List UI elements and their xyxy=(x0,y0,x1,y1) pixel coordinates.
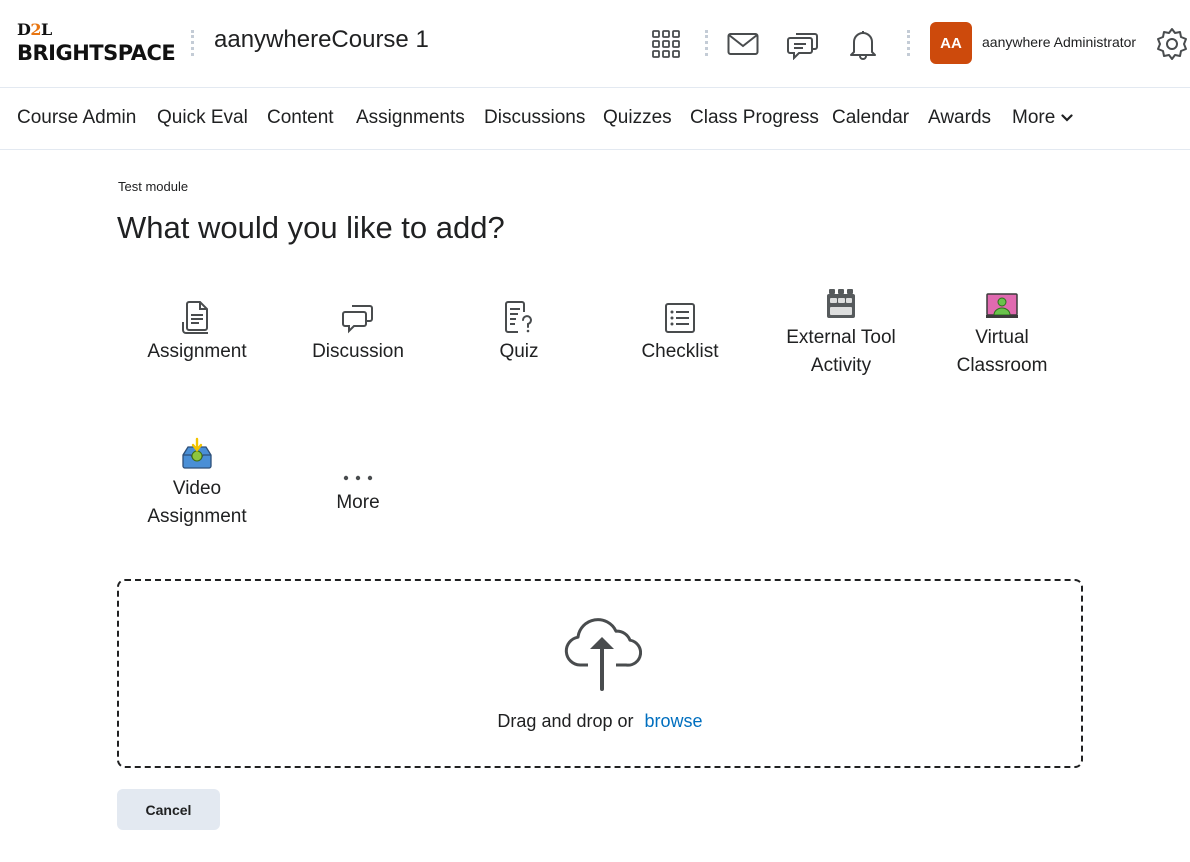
nav-more-menu[interactable]: More xyxy=(1012,107,1073,129)
browse-link[interactable]: browse xyxy=(645,711,703,731)
video-inbox-icon xyxy=(117,435,277,471)
chat-icon[interactable] xyxy=(783,24,823,64)
nav-item-calendar[interactable]: Calendar xyxy=(832,107,909,129)
assignment-icon xyxy=(117,298,277,334)
cancel-button[interactable]: Cancel xyxy=(117,789,220,830)
nav-item-awards[interactable]: Awards xyxy=(928,107,991,129)
breadcrumb: Test module xyxy=(118,179,189,194)
file-dropzone[interactable]: Drag and drop or browse xyxy=(117,579,1083,768)
ellipsis-icon xyxy=(278,449,438,485)
page-title: What would you like to add? xyxy=(117,210,505,245)
nav-item-content[interactable]: Content xyxy=(267,107,334,129)
dropzone-text: Drag and drop or browse xyxy=(497,711,703,731)
cloud-upload-icon xyxy=(564,618,642,691)
top-header: D2L BRIGHTSPACE aanywhereCourse 1 AA aan… xyxy=(0,0,1190,88)
avatar[interactable]: AA xyxy=(930,22,972,64)
discussion-icon xyxy=(278,298,438,334)
gear-icon[interactable] xyxy=(1152,24,1190,64)
add-more-tile[interactable]: More xyxy=(278,449,438,517)
brightspace-logo[interactable]: D2L BRIGHTSPACE xyxy=(17,22,177,66)
checklist-icon xyxy=(600,298,760,334)
virtual-classroom-icon xyxy=(922,284,1082,320)
mail-icon[interactable] xyxy=(723,24,763,64)
add-checklist-tile[interactable]: Checklist xyxy=(600,298,760,366)
nav-item-quizzes[interactable]: Quizzes xyxy=(603,107,672,129)
user-name[interactable]: aanywhere Administrator xyxy=(982,34,1136,50)
course-title[interactable]: aanywhereCourse 1 xyxy=(214,26,429,54)
course-navbar: Course Admin Quick Eval Content Assignme… xyxy=(0,89,1190,150)
grid-icon[interactable] xyxy=(646,24,686,64)
header-divider xyxy=(191,30,194,56)
add-external-tool-tile[interactable]: External Tool Activity xyxy=(761,284,921,380)
chevron-down-icon xyxy=(1061,114,1073,122)
nav-item-quick-eval[interactable]: Quick Eval xyxy=(157,107,248,129)
bell-icon[interactable] xyxy=(843,24,883,64)
nav-item-assignments[interactable]: Assignments xyxy=(356,107,465,129)
lego-icon xyxy=(761,284,921,320)
add-video-assignment-tile[interactable]: Video Assignment xyxy=(117,435,277,531)
add-quiz-tile[interactable]: Quiz xyxy=(439,298,599,366)
nav-item-class-progress[interactable]: Class Progress xyxy=(690,107,819,129)
add-virtual-classroom-tile[interactable]: Virtual Classroom xyxy=(922,284,1082,380)
add-discussion-tile[interactable]: Discussion xyxy=(278,298,438,366)
nav-more-label: More xyxy=(1012,107,1056,128)
nav-item-discussions[interactable]: Discussions xyxy=(484,107,585,129)
header-divider xyxy=(705,30,708,56)
header-divider xyxy=(907,30,910,56)
quiz-icon xyxy=(439,298,599,334)
add-assignment-tile[interactable]: Assignment xyxy=(117,298,277,366)
nav-item-course-admin[interactable]: Course Admin xyxy=(17,107,136,129)
